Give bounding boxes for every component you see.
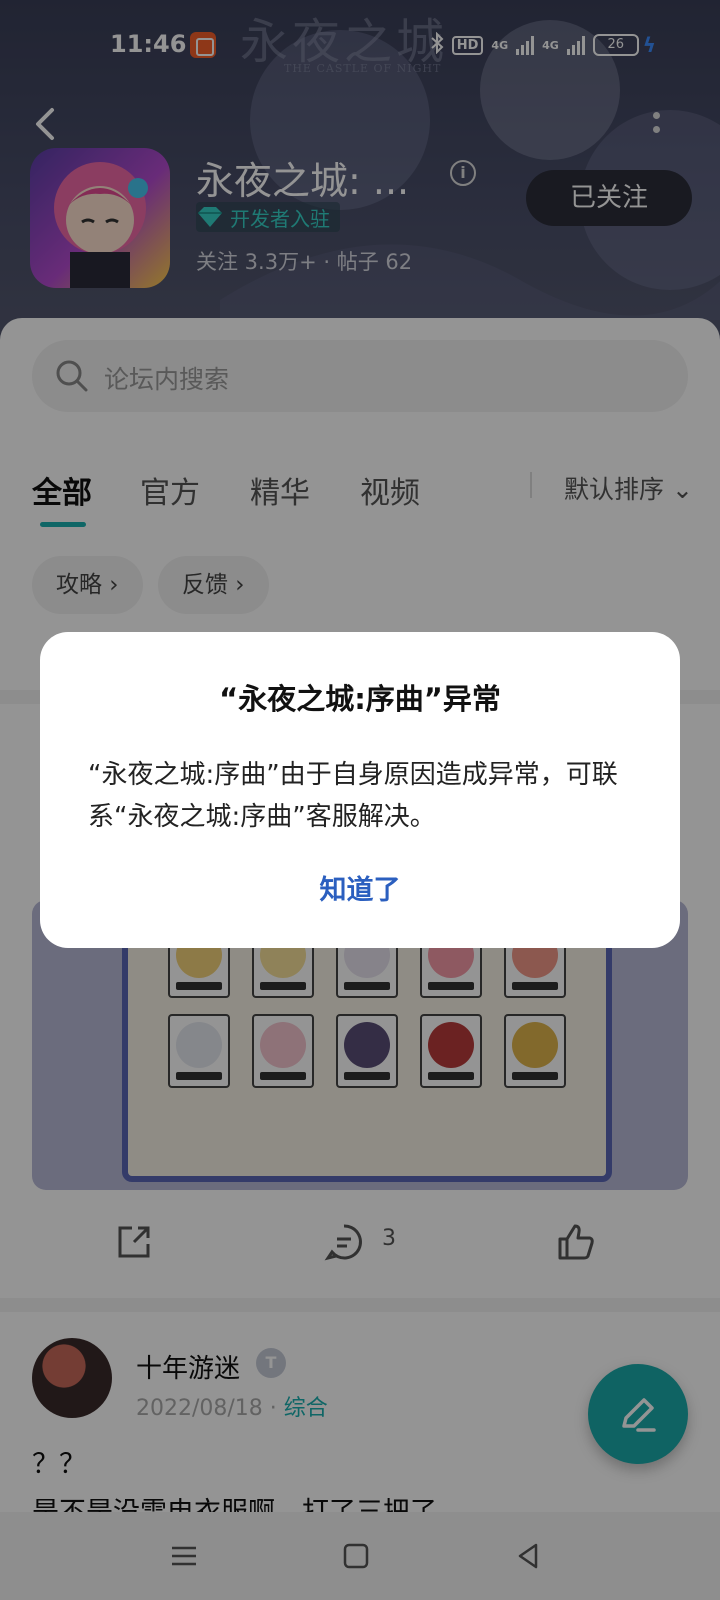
error-dialog: “永夜之城:序曲”异常 “永夜之城:序曲”由于自身原因造成异常，可联系“永夜之城…	[40, 632, 680, 948]
dialog-ok-button[interactable]: 知道了	[40, 868, 680, 907]
dialog-message: “永夜之城:序曲”由于自身原因造成异常，可联系“永夜之城:序曲”客服解决。	[88, 760, 618, 832]
dialog-title: “永夜之城:序曲”异常	[219, 682, 501, 716]
